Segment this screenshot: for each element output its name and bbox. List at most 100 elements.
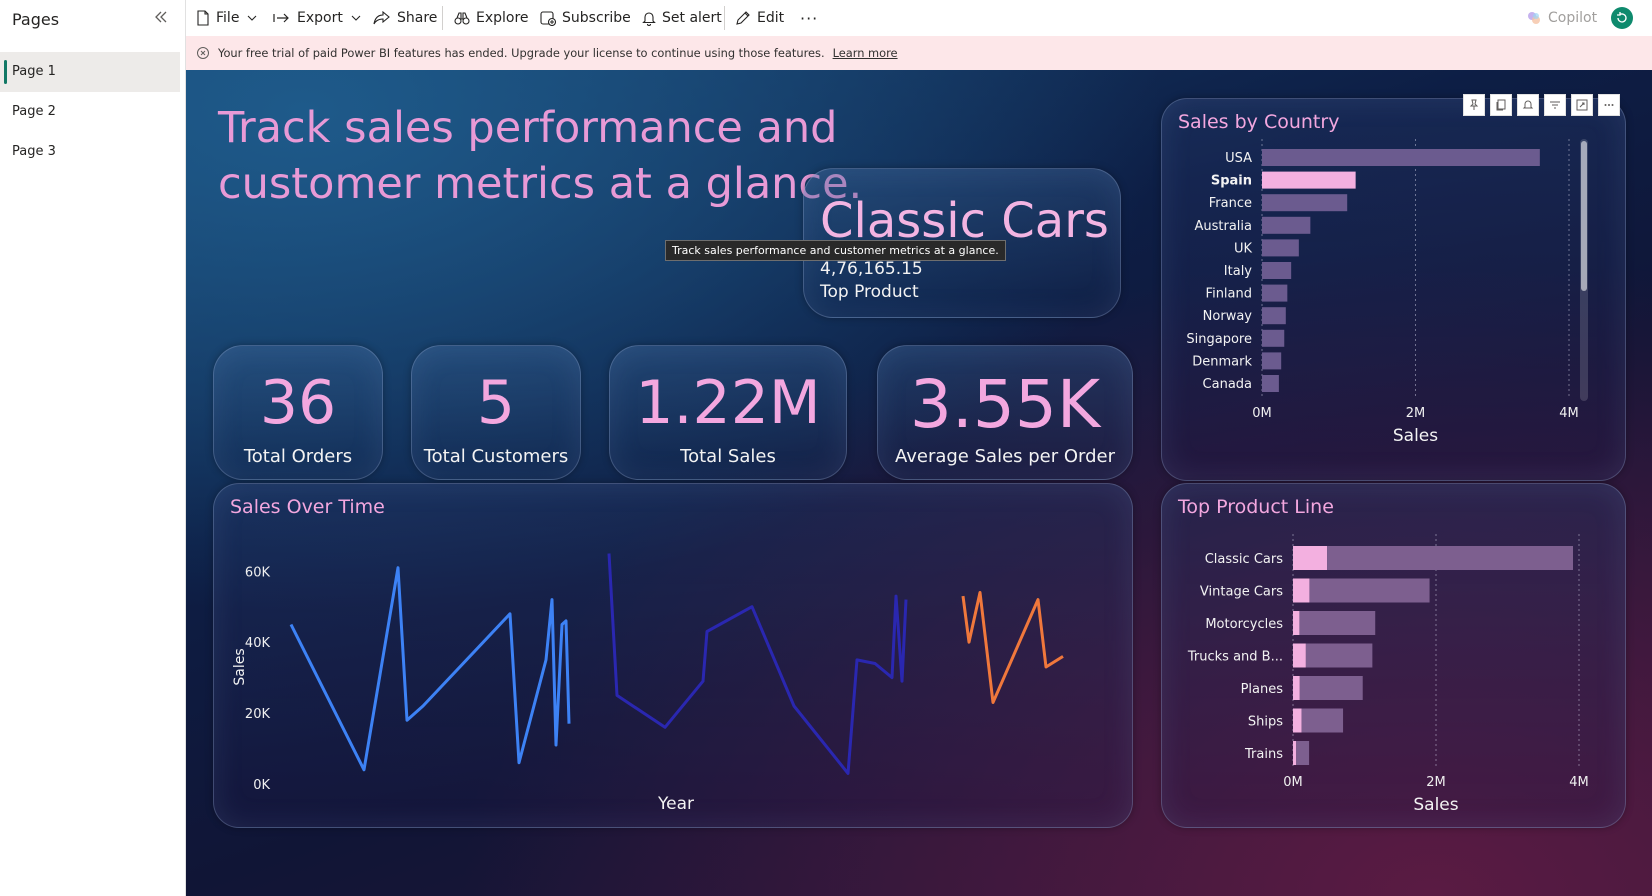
x-tick-label: 4M [1559, 406, 1579, 421]
y-tick-label: Australia [1194, 219, 1252, 234]
explore-button[interactable]: Explore [454, 0, 529, 36]
file-menu-button[interactable]: File [196, 0, 257, 36]
more-options-icon[interactable] [1598, 94, 1620, 116]
kpi-card-average-sales-per-order[interactable]: 3.55K Average Sales per Order [877, 345, 1133, 480]
y-tick-label: Trucks and B... [1187, 650, 1283, 665]
bell-icon[interactable] [1517, 94, 1539, 116]
chevron-double-left-icon[interactable] [153, 8, 169, 26]
page-tab-page-3[interactable]: Page 3 [0, 132, 180, 172]
pin-icon[interactable] [1463, 94, 1485, 116]
page-tab-page-2[interactable]: Page 2 [0, 92, 180, 132]
more-options-label: ··· [800, 8, 819, 28]
y-tick-label: Spain [1211, 174, 1252, 189]
bar [1262, 329, 1285, 347]
copy-icon[interactable] [1490, 94, 1512, 116]
avatar[interactable] [1611, 7, 1633, 29]
sales-over-time-visual[interactable]: Sales Over Time 0K 20K 40K 60K Sales Year [213, 483, 1133, 828]
y-tick-label: France [1209, 196, 1252, 211]
bar [1293, 741, 1297, 765]
y-tick-label: Motorcycles [1205, 617, 1283, 632]
y-tick-label: Trains [1244, 747, 1283, 762]
kpi-value: 5 [476, 368, 516, 438]
toolbar-divider [442, 6, 443, 30]
export-menu-button[interactable]: Export [273, 0, 361, 36]
headline-tooltip: Track sales performance and customer met… [665, 240, 1006, 261]
pencil-icon [736, 11, 750, 25]
focus-mode-icon[interactable] [1571, 94, 1593, 116]
subscribe-label: Subscribe [562, 10, 631, 26]
file-icon [197, 10, 209, 26]
bell-icon [642, 12, 656, 26]
explore-label: Explore [476, 10, 529, 26]
bar [1293, 546, 1328, 570]
filter-icon[interactable] [1544, 94, 1566, 116]
y-tick-label: USA [1225, 151, 1252, 166]
subscribe-button[interactable]: Subscribe [540, 0, 631, 36]
series-line [961, 591, 1064, 704]
bar [1262, 149, 1540, 166]
bar [1309, 578, 1430, 603]
share-icon [373, 10, 390, 25]
set-alert-label: Set alert [662, 10, 722, 26]
kpi-card-total-customers[interactable]: 5 Total Customers [411, 345, 581, 480]
series-line [289, 566, 571, 772]
x-tick-label: 4M [1569, 775, 1589, 790]
bar [1327, 546, 1574, 570]
edit-button[interactable]: Edit [735, 0, 784, 36]
copilot-button[interactable]: Copilot [1526, 0, 1597, 36]
page-tab-label: Page 2 [12, 104, 56, 119]
kpi-label: Total Customers [423, 446, 569, 467]
bar [1262, 262, 1292, 279]
x-axis-title: Sales [1393, 426, 1438, 446]
kpi-label: Average Sales per Order [894, 446, 1116, 467]
bar [1296, 741, 1310, 765]
learn-more-link[interactable]: Learn more [833, 46, 898, 60]
page-tab-label: Page 1 [12, 64, 56, 79]
y-tick-label: Italy [1224, 264, 1253, 279]
bar [1262, 352, 1282, 370]
toolbar: File Export Share Explore Subscribe Set … [186, 0, 1652, 36]
chevron-down-icon [351, 15, 361, 21]
bar [1262, 239, 1299, 257]
top-product-line-visual[interactable]: Top Product Line 0M 2M 4M Classic Cars Vinta… [1161, 483, 1626, 828]
top-product-line-chart: 0M 2M 4M Classic Cars Vintage Cars Motorcycle… [1187, 534, 1589, 815]
more-options-button[interactable]: ··· [800, 0, 818, 36]
binoculars-icon [454, 12, 470, 25]
app: Pages Page 1 Page 2 Page 3 File Export S… [0, 0, 1652, 896]
y-tick-label: Ships [1248, 715, 1283, 730]
dismiss-circle-icon[interactable] [196, 46, 210, 60]
bar [1262, 194, 1348, 212]
share-button[interactable]: Share [373, 0, 437, 36]
bar [1262, 216, 1311, 234]
page-tab-page-1[interactable]: Page 1 [0, 52, 180, 92]
kpi-value: 1.22M [635, 368, 821, 438]
x-tick-label: 2M [1426, 775, 1446, 790]
top-product-value: 4,76,165.15 [820, 259, 923, 279]
sales-by-country-visual[interactable]: Sales by Country 0M 2M 4M USA Spain France Aus… [1161, 98, 1626, 481]
bar [1299, 611, 1376, 635]
export-label: Export [297, 10, 343, 26]
chevron-down-icon [248, 15, 257, 21]
y-tick-label: Singapore [1186, 332, 1252, 347]
share-label: Share [397, 10, 438, 26]
sales-by-country-chart: 0M 2M 4M USA Spain France Australia UK Italy Finl… [1186, 139, 1588, 446]
bar [1262, 307, 1286, 325]
series-line [607, 553, 908, 775]
bar [1262, 375, 1279, 392]
bar [1293, 578, 1310, 603]
y-tick-label: 40K [245, 636, 271, 651]
top-product-label: Top Product [820, 282, 919, 302]
file-label: File [216, 10, 240, 26]
y-tick-label: 60K [245, 565, 271, 580]
x-axis-title: Sales [1413, 795, 1458, 815]
kpi-card-total-sales[interactable]: 1.22M Total Sales [609, 345, 847, 480]
bar [1301, 708, 1344, 733]
kpi-label: Total Orders [243, 446, 353, 467]
x-axis-title: Year [657, 794, 694, 814]
kpi-value: 3.55K [909, 366, 1101, 443]
y-tick-label: UK [1234, 241, 1253, 256]
copilot-label: Copilot [1548, 10, 1598, 26]
kpi-card-total-orders[interactable]: 36 Total Orders [213, 345, 383, 480]
set-alert-button[interactable]: Set alert [642, 0, 722, 36]
bar [1262, 284, 1288, 302]
